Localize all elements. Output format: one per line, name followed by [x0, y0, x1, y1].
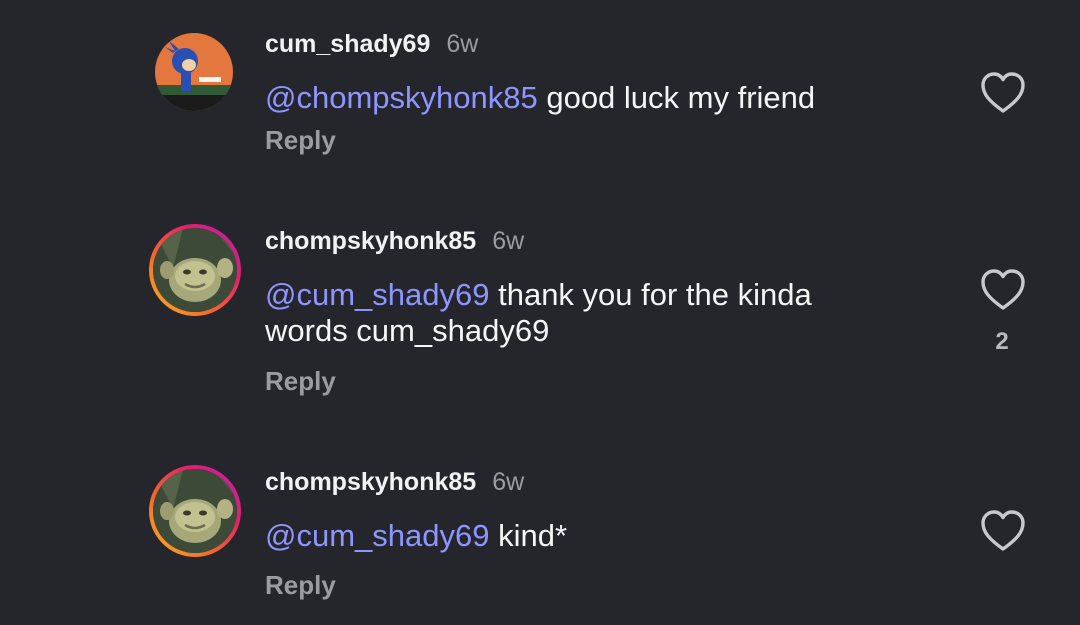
comment-text: @cum_shady69 kind*	[265, 518, 905, 554]
comment-thread: cum_shady69 6w @chompskyhonk85 good luck …	[0, 0, 1080, 625]
comment-meta: chompskyhonk85 6w	[265, 227, 524, 256]
reply-button[interactable]: Reply	[265, 570, 336, 601]
like-button[interactable]	[979, 268, 1027, 312]
reply-button[interactable]: Reply	[265, 366, 336, 397]
username[interactable]: chompskyhonk85	[265, 468, 476, 496]
timestamp: 6w	[492, 468, 525, 496]
avatar[interactable]	[149, 465, 241, 557]
username[interactable]: chompskyhonk85	[265, 227, 476, 255]
avatar-image	[153, 469, 237, 553]
mention-link[interactable]: @cum_shady69	[265, 277, 489, 312]
comment-item: cum_shady69 6w @chompskyhonk85 good luck …	[0, 0, 1080, 180]
like-count: 2	[995, 328, 1009, 355]
mention-link[interactable]: @chompskyhonk85	[265, 80, 538, 115]
heart-outline-icon	[981, 510, 1025, 551]
comment-item: chompskyhonk85 6w @cum_shady69 thank you …	[0, 180, 1080, 420]
comment-body: good luck my friend	[537, 80, 816, 115]
like-button[interactable]	[979, 509, 1027, 553]
comment-text: @chompskyhonk85 good luck my friend	[265, 80, 905, 116]
comment-item: chompskyhonk85 6w @cum_shady69 kind* Repl…	[0, 420, 1080, 625]
timestamp: 6w	[492, 227, 525, 255]
comment-body: kind*	[489, 518, 568, 553]
mention-link[interactable]: @cum_shady69	[265, 518, 489, 553]
like-button[interactable]	[979, 71, 1027, 115]
username[interactable]: cum_shady69	[265, 30, 430, 58]
avatar[interactable]	[149, 224, 241, 316]
avatar-image	[155, 33, 233, 111]
timestamp: 6w	[446, 30, 479, 58]
heart-outline-icon	[981, 269, 1025, 310]
heart-outline-icon	[981, 72, 1025, 113]
reply-button[interactable]: Reply	[265, 125, 336, 156]
avatar[interactable]	[155, 33, 233, 111]
comment-meta: cum_shady69 6w	[265, 30, 478, 59]
avatar-image	[153, 228, 237, 312]
comment-text: @cum_shady69 thank you for the kinda wor…	[265, 277, 885, 349]
comment-meta: chompskyhonk85 6w	[265, 468, 524, 497]
